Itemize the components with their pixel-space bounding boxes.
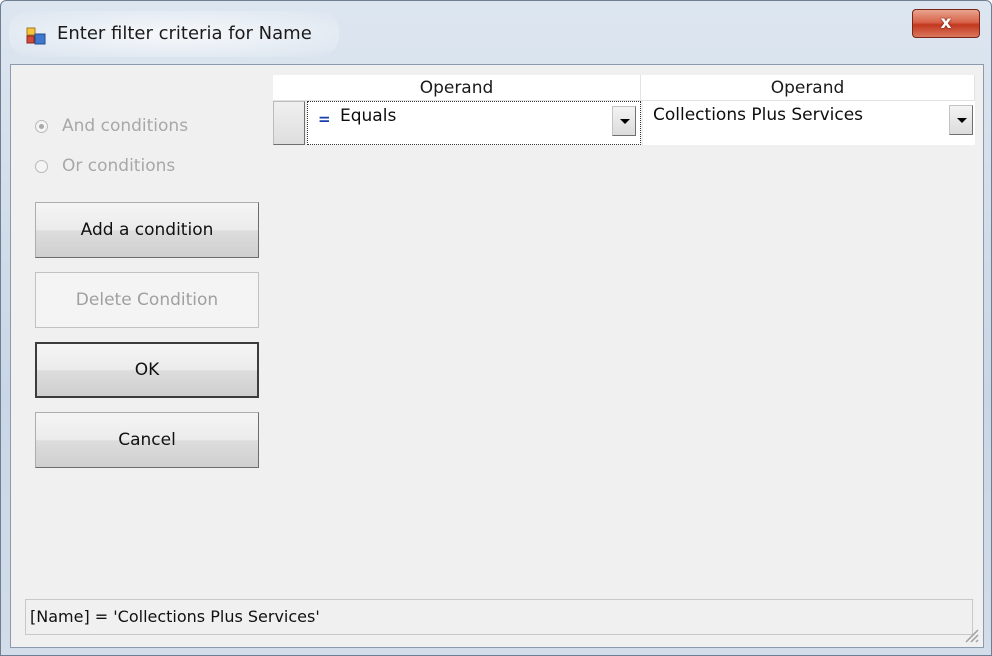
operator-value: Equals [340,106,397,126]
filter-expression-status: [Name] = 'Collections Plus Services' [25,599,973,635]
radio-checked-icon [35,119,48,133]
column-header-operator[interactable]: Operand [273,75,641,101]
value-text: Collections Plus Services [653,105,864,125]
operator-dropdown-button[interactable] [612,106,636,136]
and-conditions-radio[interactable]: And conditions [35,115,188,137]
window-title: Enter filter criteria for Name [57,23,312,44]
value-dropdown-button[interactable] [949,105,973,135]
dialog-client-area: And conditions Or conditions Add a condi… [10,64,984,648]
delete-condition-button[interactable]: Delete Condition [35,272,259,328]
cancel-button[interactable]: Cancel [35,412,259,468]
or-conditions-label: Or conditions [62,156,176,176]
equals-icon: = [318,110,331,128]
value-cell[interactable]: Collections Plus Services [643,101,975,145]
and-conditions-label: And conditions [62,116,189,136]
add-condition-button[interactable]: Add a condition [35,202,259,258]
operator-cell[interactable]: = Equals [307,101,641,145]
column-header-value[interactable]: Operand [641,75,975,101]
close-icon: x [940,13,952,33]
or-conditions-radio[interactable]: Or conditions [35,155,175,177]
window-app-icon [26,27,46,45]
row-selector[interactable] [273,101,305,145]
radio-unchecked-icon [35,159,48,173]
filter-dialog-window: Enter filter criteria for Name x And con… [0,0,992,656]
resize-grip-icon[interactable] [963,627,979,643]
close-button[interactable]: x [912,9,980,38]
ok-button[interactable]: OK [35,342,259,398]
title-bar[interactable]: Enter filter criteria for Name x [1,1,991,61]
